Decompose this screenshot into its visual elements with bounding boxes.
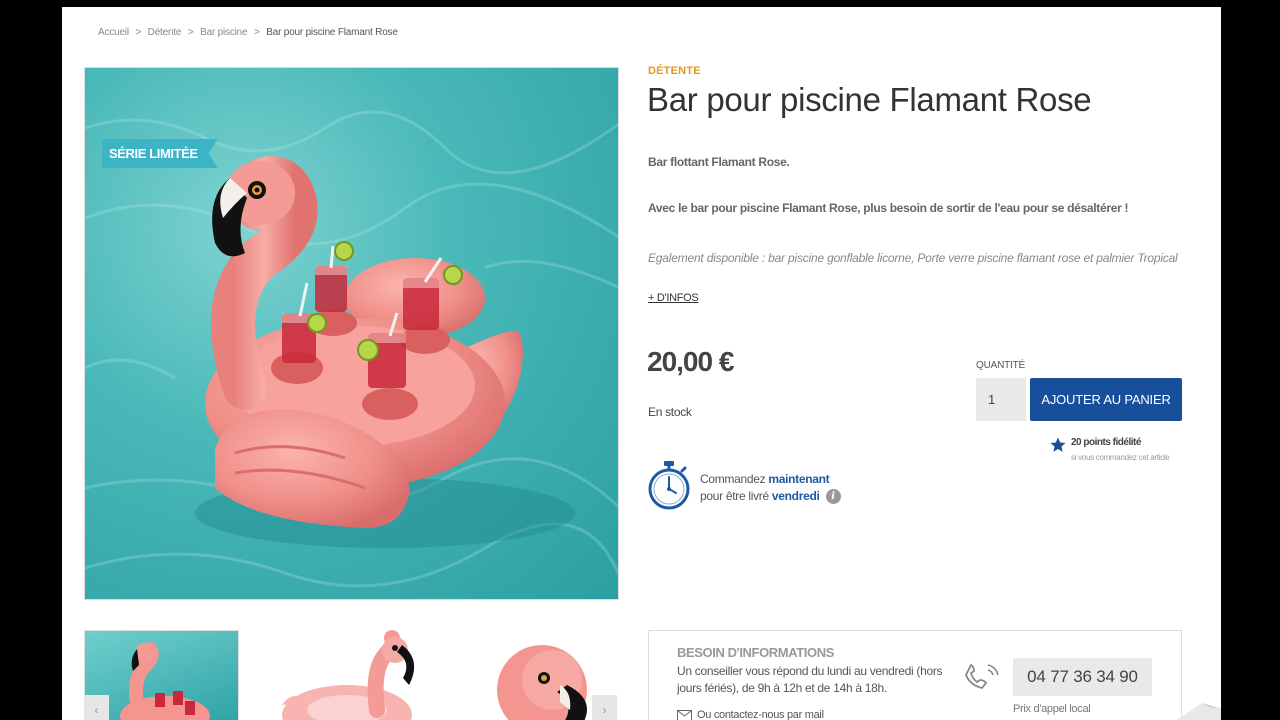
breadcrumb-separator: >	[135, 27, 142, 38]
thumbnail-2[interactable]	[267, 630, 432, 720]
breadcrumb-detente[interactable]: Détente	[148, 27, 182, 38]
help-title: BESOIN D'INFORMATIONS	[677, 645, 834, 660]
delivery-now-highlight: maintenant	[768, 472, 830, 486]
thumbnails-prev-button[interactable]: ‹	[84, 695, 109, 720]
add-to-cart-button[interactable]: AJOUTER AU PANIER	[1030, 378, 1182, 421]
loyalty-points: 20 points fidélité	[1071, 437, 1141, 448]
chevron-right-icon: ›	[602, 703, 607, 717]
phone-note: Prix d'appel local	[1013, 703, 1091, 715]
limited-edition-badge: SÉRIE LIMITÉE	[102, 139, 218, 168]
product-also-available: Egalement disponible : bar piscine gonfl…	[648, 251, 1178, 265]
info-icon[interactable]: i	[825, 489, 841, 505]
breadcrumb: Accueil > Détente > Bar piscine > Bar po…	[98, 27, 402, 38]
delivery-line2-text: pour être livré	[700, 489, 772, 503]
thumbnails-next-button[interactable]: ›	[592, 695, 617, 720]
breadcrumb-bar-piscine[interactable]: Bar piscine	[200, 27, 247, 38]
star-icon	[1050, 437, 1066, 452]
stock-status: En stock	[648, 405, 692, 419]
help-text: Un conseiller vous répond du lundi au ve…	[677, 664, 943, 695]
loyalty-note: si vous commandez cet article	[1071, 453, 1170, 462]
product-page: Accueil > Détente > Bar piscine > Bar po…	[62, 7, 1221, 720]
breadcrumb-current: Bar pour piscine Flamant Rose	[266, 27, 398, 38]
breadcrumb-separator: >	[187, 27, 194, 38]
more-info-link[interactable]: + D'INFOS	[648, 292, 699, 304]
contact-mail-label: Ou contactez-nous par mail	[697, 709, 824, 720]
product-category[interactable]: DÉTENTE	[648, 65, 701, 77]
phone-number[interactable]: 04 77 36 34 90	[1013, 658, 1152, 696]
delivery-line1-text: Commandez	[700, 472, 769, 486]
quantity-input[interactable]	[976, 378, 1026, 421]
delivery-estimate: Commandez maintenant pour être livré ven…	[700, 471, 841, 505]
phone-icon	[965, 663, 999, 690]
thumbnail-flamingo-white-illustration	[282, 630, 415, 720]
contact-mail-link[interactable]: Ou contactez-nous par mail	[677, 709, 824, 720]
breadcrumb-separator: >	[254, 27, 260, 38]
product-main-image[interactable]: SÉRIE LIMITÉE	[84, 67, 619, 600]
delivery-day-highlight: vendredi	[771, 489, 820, 503]
product-short-description: Bar flottant Flamant Rose.	[648, 155, 790, 169]
chevron-left-icon: ‹	[94, 703, 99, 717]
product-description-line: Avec le bar pour piscine Flamant Rose, p…	[648, 201, 1129, 215]
page-corner-fold	[1176, 703, 1221, 720]
breadcrumb-home[interactable]: Accueil	[98, 27, 129, 38]
mail-icon	[677, 709, 692, 720]
product-price: 20,00 €	[647, 346, 734, 377]
stopwatch-icon	[648, 461, 690, 510]
quantity-label: QUANTITÉ	[976, 360, 1025, 371]
product-title: Bar pour piscine Flamant Rose	[647, 81, 1092, 118]
help-box: BESOIN D'INFORMATIONS Un conseiller vous…	[648, 630, 1182, 720]
